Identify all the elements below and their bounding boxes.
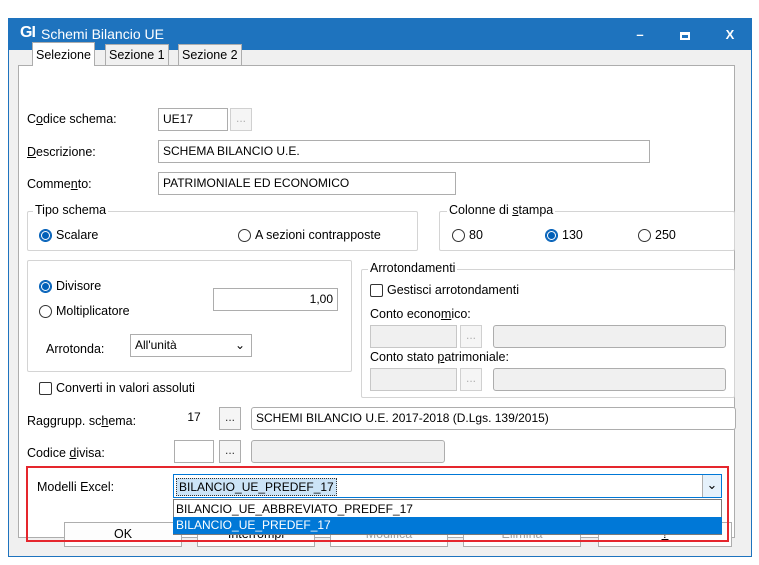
arrotonda-value: All'unità xyxy=(135,338,177,352)
dropdown-chevron-icon[interactable]: ⌄ xyxy=(702,475,721,497)
minimize-icon: – xyxy=(636,27,644,42)
codice-schema-input[interactable]: UE17 xyxy=(158,108,228,131)
codice-schema-lookup-button[interactable]: ... xyxy=(230,108,252,131)
codice-schema-label: Codice schema: xyxy=(27,112,117,126)
dropdown-option-selected[interactable]: BILANCIO_UE_PREDEF_17 xyxy=(173,517,722,534)
divisore-label: Divisore xyxy=(56,279,102,293)
gestisci-arrotondamenti-checkbox[interactable] xyxy=(370,284,383,297)
sezioni-contrapposte-radio[interactable] xyxy=(238,229,251,242)
scalare-radio[interactable] xyxy=(39,229,52,242)
colonne-stampa-title: Colonne di stampa xyxy=(447,203,556,217)
sezioni-contrapposte-label: A sezioni contrapposte xyxy=(255,228,381,242)
codice-divisa-input[interactable] xyxy=(174,440,214,463)
dropdown-option[interactable]: BILANCIO_UE_ABBREVIATO_PREDEF_17 xyxy=(173,501,722,518)
conto-stato-code-input[interactable] xyxy=(370,368,457,391)
minimize-button[interactable]: – xyxy=(618,19,662,50)
commento-label: Commento: xyxy=(27,177,92,191)
gestisci-arrotondamenti-label: Gestisci arrotondamenti xyxy=(387,283,520,297)
modelli-excel-value: BILANCIO_UE_PREDEF_17 xyxy=(176,478,337,496)
colonne-stampa-group xyxy=(439,211,735,251)
ok-button[interactable]: OK xyxy=(64,522,182,547)
window-title: Schemi Bilancio UE xyxy=(41,26,164,42)
colonne-250-radio[interactable] xyxy=(638,229,651,242)
conto-stato-desc-input[interactable] xyxy=(493,368,726,391)
moltiplicatore-label: Moltiplicatore xyxy=(56,304,130,318)
codice-divisa-desc-input[interactable] xyxy=(251,440,445,463)
modelli-excel-label: Modelli Excel: xyxy=(37,480,115,494)
conto-economico-code-input[interactable] xyxy=(370,325,457,348)
raggrupp-lookup-button[interactable]: ... xyxy=(219,407,241,430)
conto-economico-label: Conto economico: xyxy=(370,307,471,321)
tab-sezione-2[interactable]: Sezione 2 xyxy=(178,44,242,65)
tab-selezione[interactable]: Selezione xyxy=(32,42,95,66)
converti-checkbox[interactable] xyxy=(39,382,52,395)
chevron-down-icon: ⌄ xyxy=(234,338,245,352)
colonne-130-radio[interactable] xyxy=(545,229,558,242)
arrotonda-label: Arrotonda: xyxy=(46,342,105,356)
conto-stato-label: Conto stato patrimoniale: xyxy=(370,350,509,364)
fattore-input[interactable]: 1,00 xyxy=(213,288,338,311)
tipo-schema-title: Tipo schema xyxy=(33,203,109,217)
tab-sezione-1[interactable]: Sezione 1 xyxy=(105,44,169,65)
divisore-radio[interactable] xyxy=(39,280,52,293)
colonne-80-radio[interactable] xyxy=(452,229,465,242)
arrotonda-select[interactable]: All'unità ⌄ xyxy=(130,334,252,357)
scalare-label: Scalare xyxy=(56,228,99,242)
arrotondamenti-title: Arrotondamenti xyxy=(368,261,458,275)
descrizione-input[interactable]: SCHEMA BILANCIO U.E. xyxy=(158,140,650,163)
app-logo-icon: GI xyxy=(20,24,36,41)
commento-input[interactable]: PATRIMONIALE ED ECONOMICO xyxy=(158,172,456,195)
close-icon: X xyxy=(725,27,735,42)
maximize-button[interactable] xyxy=(663,19,707,50)
raggrupp-code-input[interactable]: 17 xyxy=(174,407,214,430)
codice-divisa-label: Codice divisa: xyxy=(27,446,105,460)
raggrupp-schema-label: Raggrupp. schema: xyxy=(27,414,137,428)
modelli-excel-select[interactable]: BILANCIO_UE_PREDEF_17 ⌄ xyxy=(173,474,722,498)
descrizione-label: Descrizione: xyxy=(27,145,96,159)
converti-label: Converti in valori assoluti xyxy=(56,381,195,395)
conto-economico-desc-input[interactable] xyxy=(493,325,726,348)
colonne-80-label: 80 xyxy=(469,228,483,242)
maximize-icon xyxy=(680,31,690,40)
close-button[interactable]: X xyxy=(708,19,752,50)
codice-divisa-lookup-button[interactable]: ... xyxy=(219,440,241,463)
raggrupp-desc-input[interactable]: SCHEMI BILANCIO U.E. 2017-2018 (D.Lgs. 1… xyxy=(251,407,736,430)
moltiplicatore-radio[interactable] xyxy=(39,305,52,318)
colonne-130-label: 130 xyxy=(562,228,583,242)
conto-economico-lookup-button[interactable]: ... xyxy=(460,325,482,348)
conto-stato-lookup-button[interactable]: ... xyxy=(460,368,482,391)
colonne-250-label: 250 xyxy=(655,228,676,242)
